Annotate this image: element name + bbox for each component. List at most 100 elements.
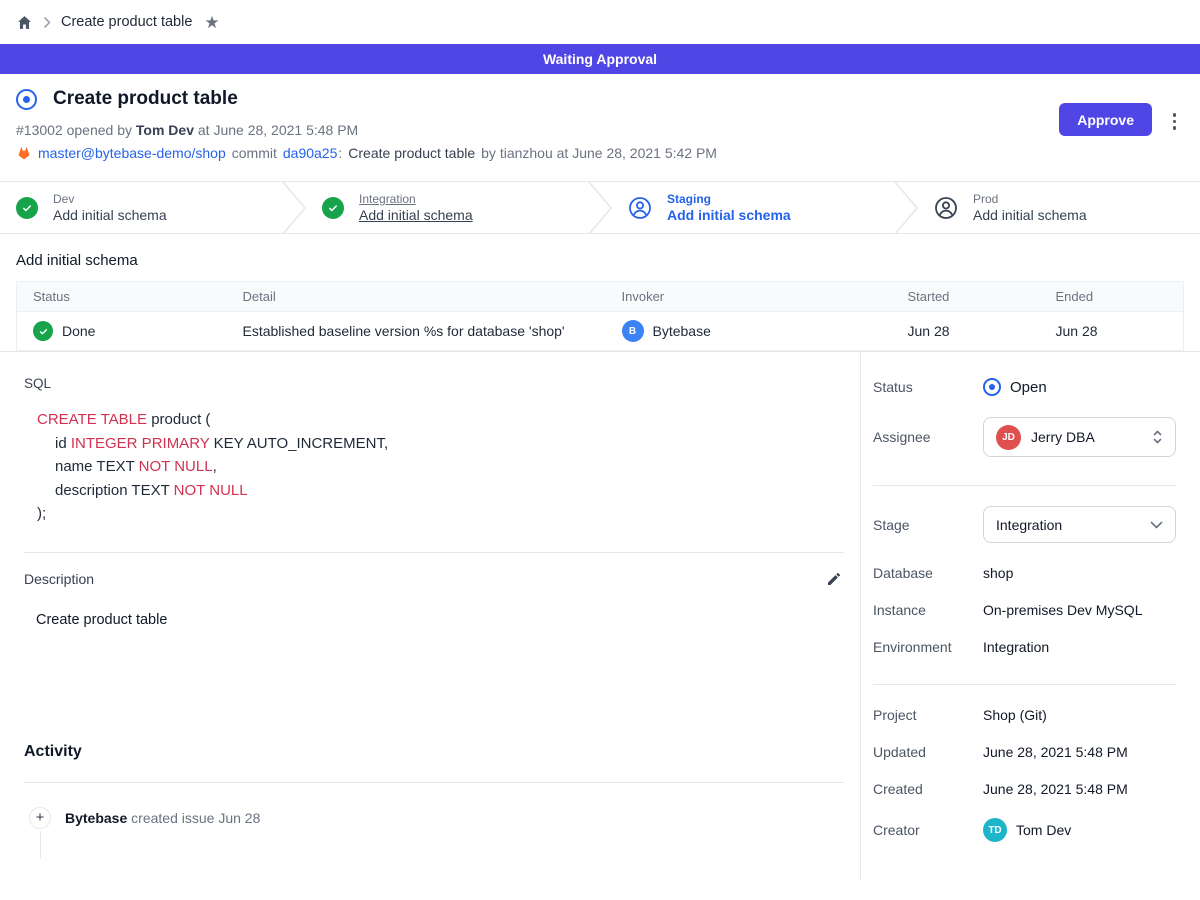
issue-header: Create product table #13002 opened by To… [0,74,1200,181]
created-row: Created June 28, 2021 5:48 PM [873,781,1176,797]
task-started: Jun 28 [900,312,1048,351]
activity-author: Bytebase [65,810,127,826]
commit-info: master@bytebase-demo/shop commit da90a25… [16,145,1184,161]
task-row[interactable]: Done Established baseline version %s for… [17,312,1184,351]
created-value: June 28, 2021 5:48 PM [983,781,1176,797]
issue-title: Create product table [53,88,238,110]
branch-repo-link[interactable]: master@bytebase-demo/shop [38,145,226,161]
commit-colon: : [338,145,342,161]
task-ended: Jun 28 [1048,312,1184,351]
project-value[interactable]: Shop (Git) [983,707,1176,723]
description-label: Description [24,571,94,587]
plus-icon: + [29,807,51,829]
stage-task-label: Add initial schema [973,207,1087,223]
project-label: Project [873,707,983,723]
check-circle-icon [322,197,344,219]
stage-dev[interactable]: Dev Add initial schema [0,182,282,233]
updated-label: Updated [873,744,983,760]
activity-heading: Activity [24,743,844,761]
breadcrumb: Create product table ★ [0,0,1200,44]
stage-select[interactable]: Integration [983,506,1176,543]
stage-separator [588,182,612,233]
task-invoker: Bytebase [653,323,711,339]
check-circle-icon [16,197,38,219]
stage-staging[interactable]: Staging Add initial schema [612,182,894,233]
stage-task-label: Add initial schema [53,207,167,223]
activity-divider [24,782,844,783]
task-table: Status Detail Invoker Started Ended Done… [16,281,1184,351]
project-row: Project Shop (Git) [873,707,1176,723]
sql-code-block: CREATE TABLE product ( id INTEGER PRIMAR… [37,408,844,526]
activity-action: created issue Jun 28 [131,810,260,826]
description-text: Create product table [36,612,844,628]
commit-hash-link[interactable]: da90a25 [283,145,338,161]
status-label: Status [873,379,983,395]
stage-env-label: Prod [973,192,1087,206]
assignee-avatar: JD [996,425,1021,450]
assignee-select[interactable]: JD Jerry DBA [983,417,1176,457]
col-invoker: Invoker [614,282,900,312]
more-actions-icon[interactable] [1171,111,1179,132]
instance-value[interactable]: On-premises Dev MySQL [983,602,1176,618]
chevron-down-icon [1150,521,1163,529]
section-divider [24,552,844,553]
stage-value: Integration [996,517,1140,533]
col-started: Started [900,282,1048,312]
approval-banner: Waiting Approval [0,44,1200,74]
created-label: Created [873,781,983,797]
database-row: Database shop [873,565,1176,581]
assignee-row: Assignee JD Jerry DBA [873,417,1176,457]
status-open-icon [983,378,1001,396]
stage-env-label: Integration [359,192,473,206]
stage-task-label: Add initial schema [359,207,473,223]
timeline-connector [40,831,42,859]
commit-message: Create product table [348,145,475,161]
user-circle-icon [934,196,958,220]
stage-separator [894,182,918,233]
issue-opened-time: at June 28, 2021 5:48 PM [198,122,358,138]
creator-row: Creator TD Tom Dev [873,818,1176,842]
stage-task-label: Add initial schema [667,207,791,223]
database-value[interactable]: shop [983,565,1176,581]
stage-pipeline: Dev Add initial schema Integration Add i… [0,181,1200,234]
user-circle-icon [628,196,652,220]
commit-byline: by tianzhou at June 28, 2021 5:42 PM [481,145,717,161]
edit-pencil-icon[interactable] [824,569,844,589]
stage-env-label: Staging [667,192,791,206]
task-heading: Add initial schema [16,252,1184,269]
activity-item: + Bytebase created issue Jun 28 [24,807,844,829]
creator-avatar: TD [983,818,1007,842]
issue-author: Tom Dev [136,122,194,138]
stage-row: Stage Integration [873,506,1176,543]
stage-separator [282,182,306,233]
favorite-star-icon[interactable]: ★ [204,14,219,31]
status-value: Open [1010,379,1047,396]
status-row: Status Open [873,378,1176,396]
updated-value: June 28, 2021 5:48 PM [983,744,1176,760]
issue-sidebar: Status Open Assignee JD Jerry DBA Stage … [860,352,1200,880]
task-status: Done [62,323,95,339]
issue-open-icon [16,89,37,110]
environment-row: Environment Integration [873,639,1176,655]
invoker-avatar: B [622,320,644,342]
creator-value: Tom Dev [1016,822,1071,838]
home-icon[interactable] [16,14,33,31]
creator-label: Creator [873,822,983,838]
instance-label: Instance [873,602,983,618]
approve-button[interactable]: Approve [1059,103,1152,136]
check-circle-icon [33,321,53,341]
commit-word: commit [232,145,277,161]
sql-label: SQL [24,376,844,391]
up-down-chevron-icon [1152,428,1163,446]
stage-label: Stage [873,517,983,533]
sidebar-divider [873,485,1176,486]
stage-prod[interactable]: Prod Add initial schema [918,182,1200,233]
assignee-value: Jerry DBA [1031,429,1142,445]
stage-integration[interactable]: Integration Add initial schema [306,182,588,233]
breadcrumb-current: Create product table [61,14,192,30]
environment-label: Environment [873,639,983,655]
col-detail: Detail [235,282,614,312]
issue-id-text: #13002 opened by [16,122,132,138]
col-ended: Ended [1048,282,1184,312]
task-detail: Established baseline version %s for data… [235,312,614,351]
